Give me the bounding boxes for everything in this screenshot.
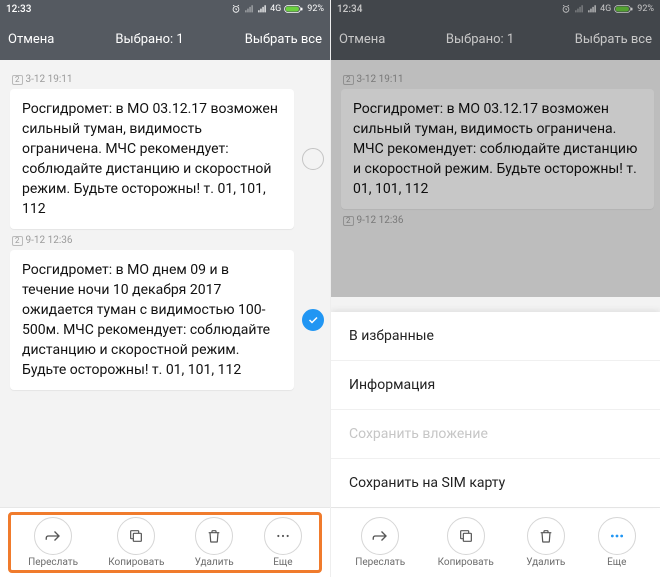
menu-save-attachment: Сохранить вложение <box>331 410 660 459</box>
menu-favorites[interactable]: В избранные <box>331 312 660 361</box>
cancel-button[interactable]: Отмена <box>8 32 54 47</box>
forward-icon <box>44 527 62 545</box>
message-bubble[interactable]: Росгидромет: в МО 03.12.17 возможен силь… <box>341 89 654 209</box>
trash-icon <box>538 528 554 544</box>
delete-button[interactable]: Удалить <box>195 517 234 568</box>
phone-right: 12:34 4G 92% Отмена Выбрано: 1 Выбрать в… <box>330 0 660 577</box>
alarm-icon <box>561 4 571 14</box>
copy-icon <box>458 528 474 544</box>
alarm-icon <box>231 4 241 14</box>
message-row[interactable]: Росгидромет: в МО 03.12.17 возможен силь… <box>341 89 654 209</box>
more-menu-sheet: В избранные Информация Сохранить вложени… <box>331 312 660 507</box>
message-row[interactable]: Росгидромет: в МО днем 09 и в течение но… <box>10 250 324 390</box>
battery-icon <box>284 4 304 14</box>
select-all-button[interactable]: Выбрать все <box>245 32 322 47</box>
cancel-button[interactable]: Отмена <box>339 32 385 47</box>
messages-list[interactable]: 2 3-12 19:11 Росгидромет: в МО 03.12.17 … <box>0 60 330 507</box>
sim-indicator: 2 <box>343 216 354 226</box>
message-timestamp: 2 3-12 19:11 <box>343 74 654 85</box>
menu-info[interactable]: Информация <box>331 361 660 410</box>
message-timestamp: 2 3-12 19:11 <box>12 74 324 85</box>
menu-save-sim[interactable]: Сохранить на SIM карту <box>331 459 660 507</box>
battery-label: 92% <box>637 4 654 14</box>
phone-left: 12:33 4G 92% Отмена Выбрано: 1 Выбрать в… <box>0 0 330 577</box>
copy-button[interactable]: Копировать <box>108 517 164 568</box>
status-right: 4G 92% <box>561 4 654 14</box>
message-bubble[interactable]: Росгидромет: в МО днем 09 и в течение но… <box>10 250 294 390</box>
select-all-button[interactable]: Выбрать все <box>575 32 652 47</box>
action-toolbar: Переслать Копировать Удалить Еще <box>331 507 660 577</box>
more-icon <box>275 528 291 544</box>
message-bubble[interactable]: Росгидромет: в МО 03.12.17 возможен силь… <box>10 89 294 229</box>
selection-count: Выбрано: 1 <box>54 32 244 47</box>
signal-2-icon <box>587 4 597 14</box>
status-right: 4G 92% <box>231 4 324 14</box>
sim-indicator: 2 <box>12 75 23 85</box>
signal-2-icon <box>257 4 267 14</box>
network-label: 4G <box>270 4 281 14</box>
message-timestamp: 2 9-12 12:36 <box>12 235 324 246</box>
action-toolbar: Переслать Копировать Удалить Еще <box>0 507 330 577</box>
network-label: 4G <box>600 4 611 14</box>
selection-checkbox[interactable] <box>302 148 324 170</box>
more-icon <box>609 528 625 544</box>
delete-button[interactable]: Удалить <box>526 517 565 568</box>
signal-1-icon <box>244 4 254 14</box>
selection-toolbar: Отмена Выбрано: 1 Выбрать все <box>331 18 660 60</box>
forward-button[interactable]: Переслать <box>355 517 405 568</box>
forward-icon <box>371 527 389 545</box>
trash-icon <box>206 528 222 544</box>
status-time: 12:33 <box>6 4 31 15</box>
status-bar: 12:33 4G 92% <box>0 0 330 18</box>
message-timestamp: 2 9-12 12:36 <box>343 215 654 226</box>
sim-indicator: 2 <box>343 75 354 85</box>
more-button[interactable]: Еще <box>264 517 302 568</box>
forward-button[interactable]: Переслать <box>28 517 78 568</box>
copy-button[interactable]: Копировать <box>438 517 494 568</box>
message-row[interactable]: Росгидромет: в МО 03.12.17 возможен силь… <box>10 89 324 229</box>
copy-icon <box>128 528 144 544</box>
status-bar: 12:34 4G 92% <box>331 0 660 18</box>
selection-count: Выбрано: 1 <box>385 32 574 47</box>
signal-1-icon <box>574 4 584 14</box>
tutorial-highlight: Переслать Копировать Удалить Еще <box>8 512 322 573</box>
selection-toolbar: Отмена Выбрано: 1 Выбрать все <box>0 18 330 60</box>
battery-icon <box>614 4 634 14</box>
battery-label: 92% <box>307 4 324 14</box>
selection-checkbox[interactable] <box>302 309 324 331</box>
sim-indicator: 2 <box>12 236 23 246</box>
status-time: 12:34 <box>337 4 362 15</box>
more-button[interactable]: Еще <box>598 517 636 568</box>
